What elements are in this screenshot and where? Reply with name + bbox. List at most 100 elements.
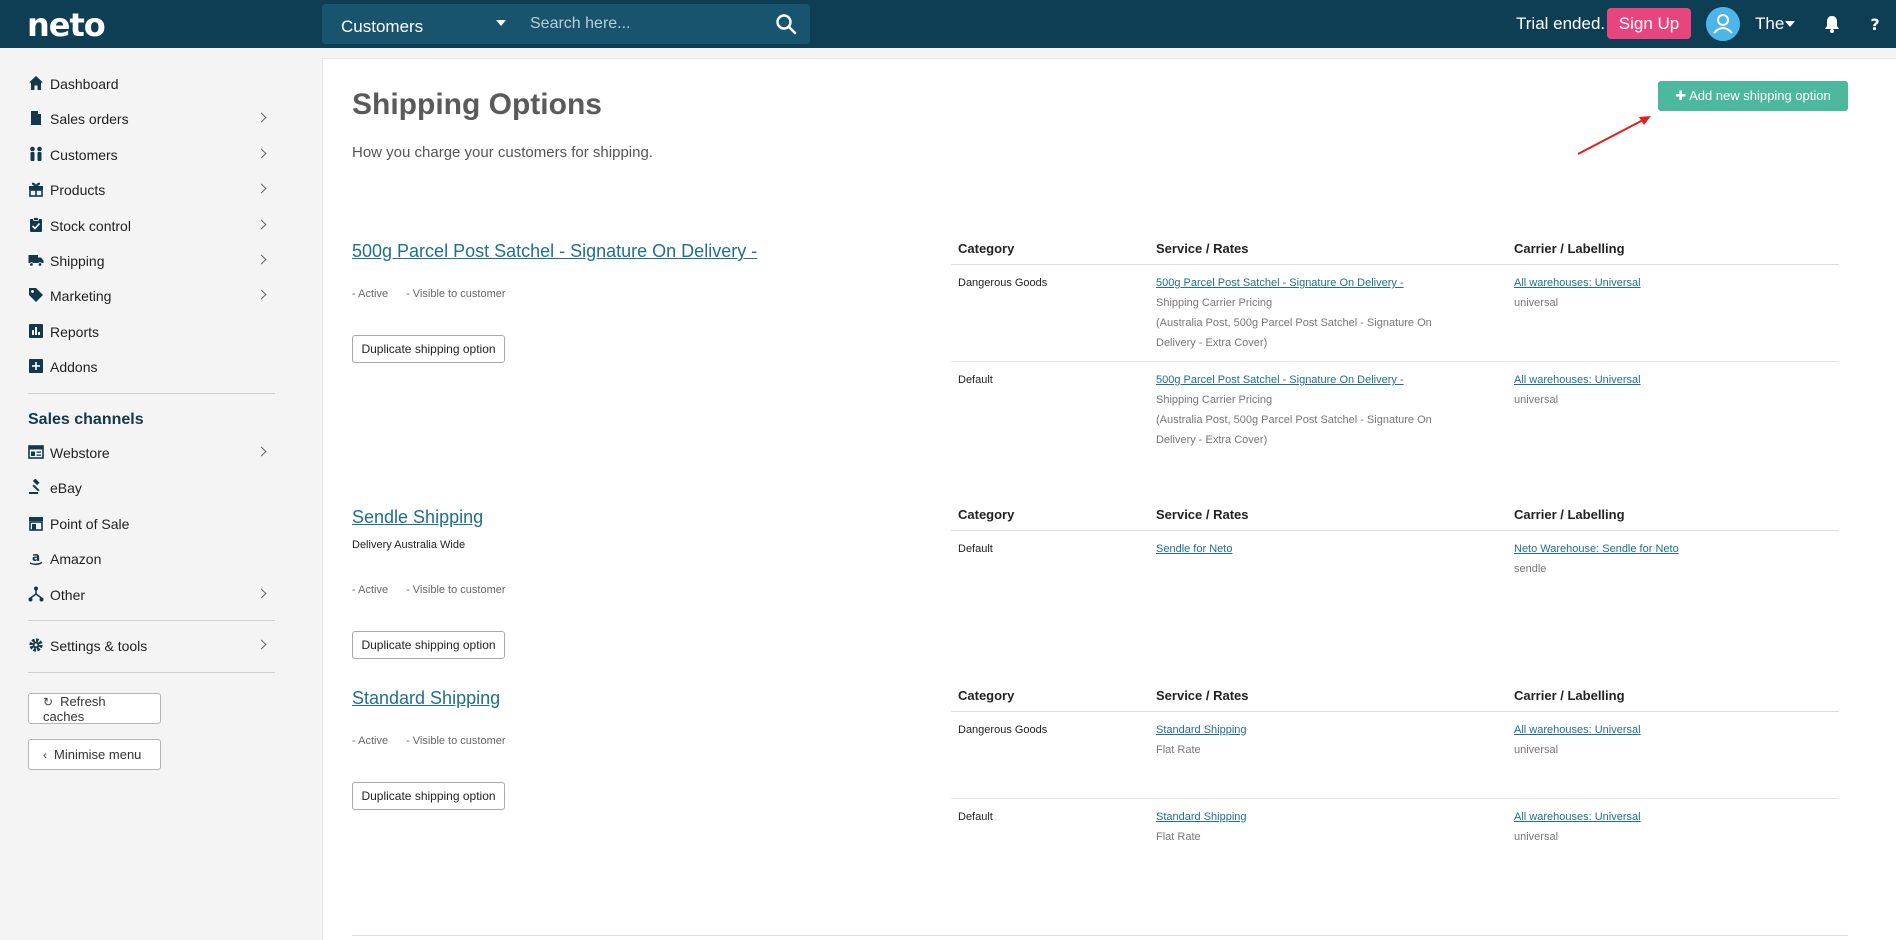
service-link[interactable]: Standard Shipping	[1156, 807, 1452, 827]
refresh-caches-button[interactable]: ↻ Refresh caches	[28, 693, 161, 724]
sidebar-item-addons[interactable]: Addons	[28, 353, 274, 381]
shipping-option-title-link[interactable]: Sendle Shipping	[352, 507, 483, 528]
carrier-link[interactable]: All warehouses: Universal	[1514, 720, 1641, 740]
sidebar-item-reports[interactable]: Reports	[28, 318, 274, 346]
sidebar-item-stock-control[interactable]: Stock control	[28, 212, 274, 240]
sidebar-item-webstore[interactable]: Webstore	[28, 439, 274, 467]
chevron-right-icon	[256, 148, 267, 159]
sidebar-item-sales-orders[interactable]: Sales orders	[28, 105, 274, 133]
carrier-link[interactable]: All warehouses: Universal	[1514, 370, 1641, 390]
col-header-service: Service / Rates	[1156, 688, 1249, 703]
sidebar-item-label: Webstore	[50, 445, 110, 461]
sign-up-button[interactable]: Sign Up	[1607, 8, 1691, 39]
chevron-right-icon	[256, 446, 267, 457]
chevron-right-icon	[256, 183, 267, 194]
sidebar-item-settings-tools[interactable]: Settings & tools	[28, 632, 274, 660]
user-menu[interactable]: The	[1755, 14, 1784, 34]
service-link[interactable]: Sendle for Neto	[1156, 539, 1452, 559]
sidebar-item-label: Settings & tools	[50, 638, 148, 654]
service-link[interactable]: 500g Parcel Post Satchel - Signature On …	[1156, 273, 1452, 293]
gear-icon	[29, 638, 43, 652]
plus-icon: ✚	[1675, 88, 1690, 103]
row-carrier: Neto Warehouse: Sendle for Neto sendle	[1514, 539, 1679, 579]
sidebar-item-label: Dashboard	[50, 76, 119, 92]
row-carrier: All warehouses: Universal universal	[1514, 807, 1641, 847]
bell-icon[interactable]	[1822, 14, 1842, 34]
amazon-icon: a	[29, 550, 43, 566]
carrier-link[interactable]: All warehouses: Universal	[1514, 807, 1641, 827]
chevron-right-icon	[256, 639, 267, 650]
truck-icon	[28, 255, 44, 267]
col-header-category: Category	[958, 241, 1015, 256]
sidebar-divider	[28, 620, 275, 621]
row-service: Sendle for Neto	[1156, 539, 1452, 559]
row-service: 500g Parcel Post Satchel - Signature On …	[1156, 273, 1452, 353]
search-module-select[interactable]: Customers	[322, 4, 522, 44]
chevron-left-icon: ‹	[43, 748, 47, 762]
row-service: Standard Shipping Flat Rate	[1156, 807, 1452, 847]
trial-status-text: Trial ended.	[1516, 14, 1606, 33]
sidebar-item-label: Amazon	[50, 551, 102, 567]
status-visible: - Visible to customer	[406, 584, 506, 596]
rates-table-header: Category Service / Rates Carrier / Label…	[951, 233, 1839, 265]
sidebar-item-amazon[interactable]: a Amazon	[28, 545, 274, 573]
chevron-right-icon	[256, 588, 267, 599]
sidebar-item-other[interactable]: Other	[28, 581, 274, 609]
row-carrier: All warehouses: Universal universal	[1514, 370, 1641, 410]
search-module-label: Customers	[341, 17, 424, 36]
carrier-link[interactable]: All warehouses: Universal	[1514, 273, 1641, 293]
status-active: - Active	[352, 735, 389, 747]
sidebar-item-dashboard[interactable]: Dashboard	[28, 70, 274, 98]
carrier-sub: universal	[1514, 831, 1559, 843]
table-row: Default Sendle for Neto Neto Warehouse: …	[951, 531, 1839, 591]
search-icon[interactable]	[774, 12, 798, 36]
sidebar-item-label: Products	[50, 182, 106, 198]
row-category: Default	[958, 543, 993, 555]
minimise-menu-button[interactable]: ‹ Minimise menu	[28, 739, 161, 770]
carrier-link[interactable]: Neto Warehouse: Sendle for Neto	[1514, 539, 1679, 559]
shipping-option-status: - Active - Visible to customer	[352, 735, 506, 747]
sidebar-item-label: Reports	[50, 324, 100, 340]
service-type: Flat Rate	[1156, 831, 1201, 843]
sidebar-item-ebay[interactable]: eBay	[28, 474, 274, 502]
rates-table: Category Service / Rates Carrier / Label…	[951, 233, 1839, 459]
search-input[interactable]	[530, 8, 760, 40]
sidebar: Dashboard Sales orders Customers Product…	[0, 48, 300, 940]
table-row: Dangerous Goods Standard Shipping Flat R…	[951, 712, 1839, 799]
add-button-label: Add new shipping option	[1689, 88, 1831, 103]
svg-text:?: ?	[1870, 15, 1879, 34]
sidebar-item-products[interactable]: Products	[28, 176, 274, 204]
caret-down-icon	[1785, 21, 1795, 27]
neto-logo[interactable]: neto	[27, 6, 106, 44]
shipping-option-title-link[interactable]: 500g Parcel Post Satchel - Signature On …	[352, 241, 757, 262]
sales-channels-heading: Sales channels	[28, 411, 144, 428]
carrier-sub: universal	[1514, 394, 1559, 406]
service-link[interactable]: Standard Shipping	[1156, 720, 1452, 740]
col-header-category: Category	[958, 688, 1015, 703]
service-detail: (Australia Post, 500g Parcel Post Satche…	[1156, 414, 1432, 446]
duplicate-shipping-option-button[interactable]: Duplicate shipping option	[352, 631, 505, 659]
add-new-shipping-option-button[interactable]: ✚ Add new shipping option	[1658, 81, 1848, 111]
chevron-right-icon	[256, 219, 267, 230]
main-content: Shipping Options How you charge your cus…	[322, 58, 1896, 940]
sidebar-item-point-of-sale[interactable]: Point of Sale	[28, 510, 274, 538]
svg-text:a: a	[32, 550, 40, 564]
carrier-sub: sendle	[1514, 563, 1547, 575]
user-avatar-icon[interactable]	[1706, 7, 1740, 41]
service-link[interactable]: 500g Parcel Post Satchel - Signature On …	[1156, 370, 1452, 390]
sidebar-item-customers[interactable]: Customers	[28, 141, 274, 169]
status-active: - Active	[352, 584, 389, 596]
sidebar-item-marketing[interactable]: Marketing	[28, 282, 274, 310]
duplicate-shipping-option-button[interactable]: Duplicate shipping option	[352, 782, 505, 810]
sidebar-item-label: Addons	[50, 359, 98, 375]
sidebar-item-shipping[interactable]: Shipping	[28, 247, 274, 275]
help-icon[interactable]: ?	[1865, 14, 1885, 34]
shipping-option-title-link[interactable]: Standard Shipping	[352, 688, 500, 709]
service-type: Flat Rate	[1156, 744, 1201, 756]
sidebar-item-label: Stock control	[50, 218, 131, 234]
gavel-icon	[29, 479, 40, 494]
page-subtitle: How you charge your customers for shippi…	[352, 144, 653, 161]
plus-square-icon	[29, 359, 43, 373]
section-divider	[352, 935, 1848, 936]
duplicate-shipping-option-button[interactable]: Duplicate shipping option	[352, 335, 505, 363]
